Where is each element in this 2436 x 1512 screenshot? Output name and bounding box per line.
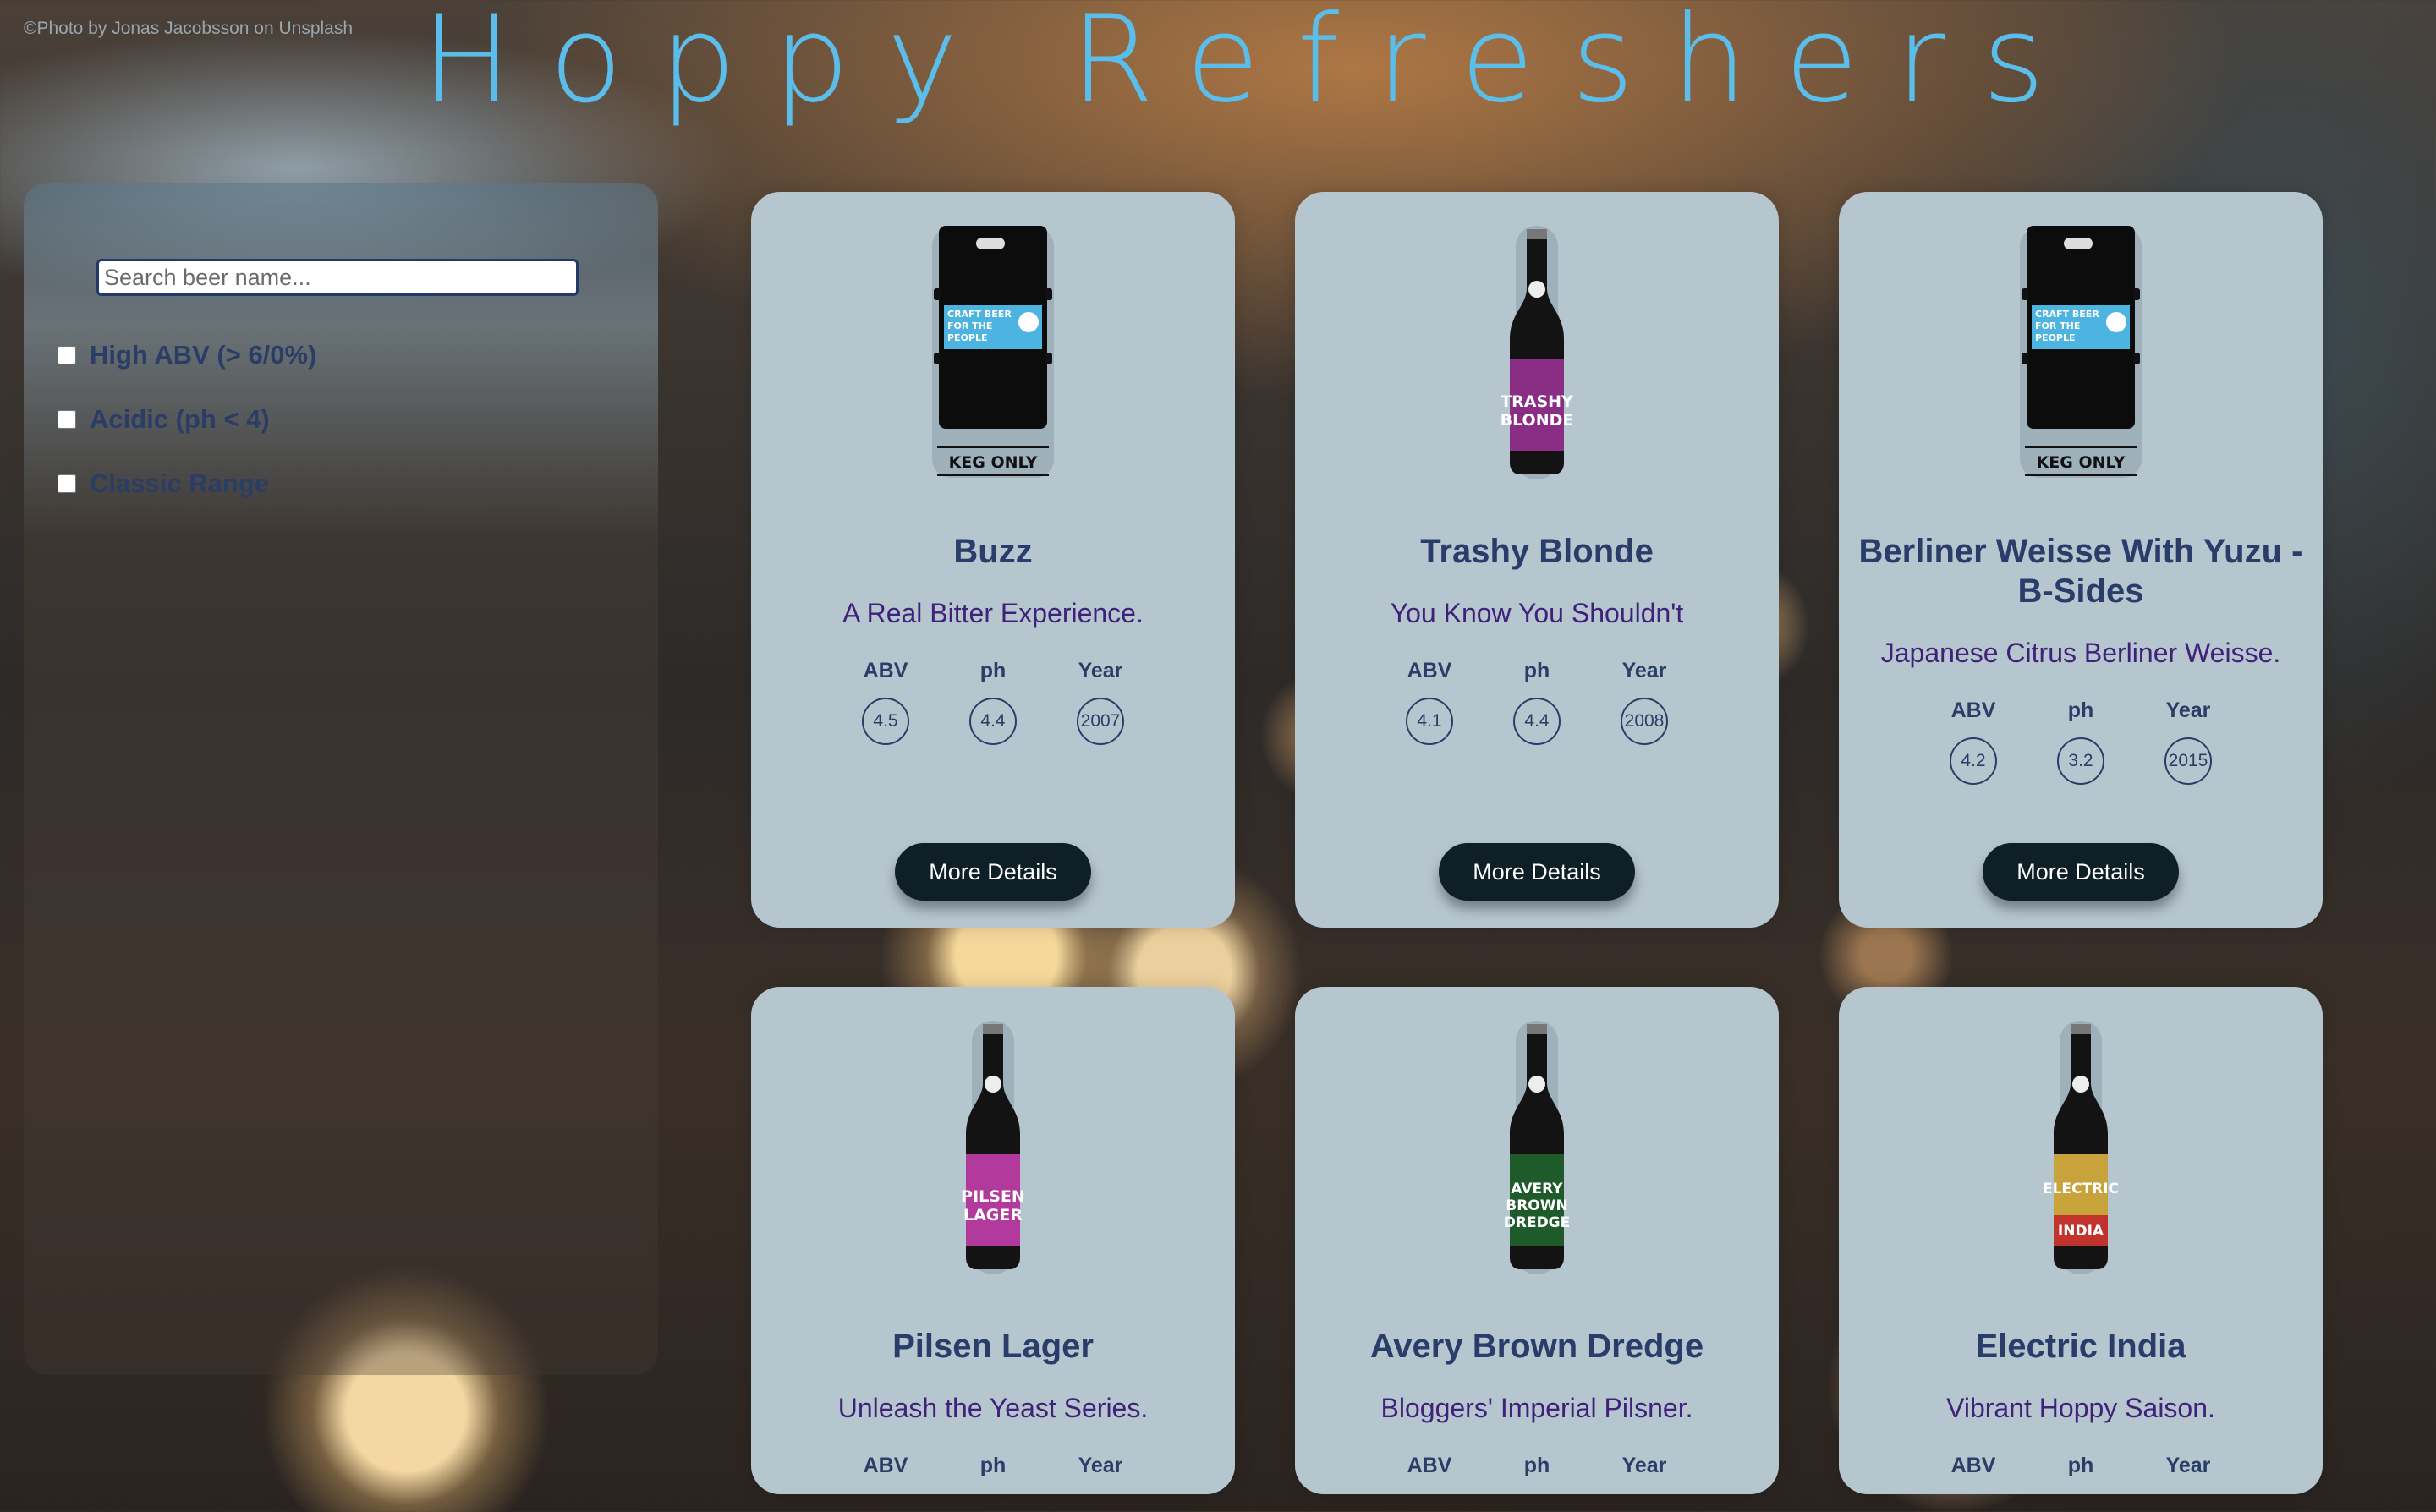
svg-text:TRASHY: TRASHY: [1501, 392, 1573, 411]
filter-sidebar: High ABV (> 6/0%) Acidic (ph < 4) Classi…: [24, 183, 658, 1375]
high-abv-checkbox[interactable]: [58, 346, 76, 364]
svg-text:BLONDE: BLONDE: [1501, 411, 1574, 430]
filter-classic-range[interactable]: Classic Range: [58, 468, 269, 499]
ph-label: ph: [1523, 1454, 1550, 1477]
beer-name: Buzz: [953, 533, 1033, 570]
svg-text:BROWN: BROWN: [1506, 1197, 1567, 1214]
beer-stats: ABV 4.1 ph 4.4 Year 2008: [1295, 659, 1779, 745]
app-title: Hoppy Refreshers: [421, 0, 2082, 129]
beer-card: ELECTRIC INDIA Electric India Vibrant Ho…: [1839, 987, 2323, 1494]
svg-text:FOR THE: FOR THE: [2035, 320, 2080, 331]
ph-label: ph: [1523, 659, 1550, 682]
ph-label: ph: [2067, 1454, 2094, 1477]
beer-image: ELECTRIC INDIA: [1839, 1021, 2323, 1274]
more-details-button[interactable]: More Details: [895, 843, 1091, 901]
svg-text:KEG ONLY: KEG ONLY: [949, 453, 1038, 472]
year-value: 2008: [1621, 698, 1668, 745]
ph-value: 4.4: [1513, 698, 1561, 745]
beer-name: Avery Brown Dredge: [1369, 1328, 1704, 1365]
beer-image: CRAFT BEER FOR THE PEOPLE KEG ONLY: [1839, 226, 2323, 479]
abv-label: ABV: [863, 1454, 908, 1477]
svg-text:INDIA: INDIA: [2058, 1223, 2104, 1240]
filter-label: High ABV (> 6/0%): [90, 340, 317, 370]
beer-tagline: Japanese Citrus Berliner Weisse.: [1880, 638, 2281, 668]
beer-image: TRASHY BLONDE: [1295, 226, 1779, 479]
beer-name: Trashy Blonde: [1420, 533, 1654, 570]
beer-stats: ABV ph Year: [751, 1454, 1235, 1493]
keg-icon: CRAFT BEER FOR THE PEOPLE KEG ONLY: [2020, 226, 2142, 478]
ph-label: ph: [2067, 698, 2094, 722]
year-value: 2015: [2164, 737, 2212, 785]
svg-text:PEOPLE: PEOPLE: [2035, 332, 2076, 343]
beer-tagline: A Real Bitter Experience.: [842, 598, 1144, 628]
svg-text:PILSEN: PILSEN: [961, 1187, 1025, 1206]
abv-value: 4.1: [1406, 698, 1453, 745]
bottle-icon: PILSEN LAGER: [961, 1021, 1025, 1274]
beer-card: TRASHY BLONDE Trashy Blonde You Know You…: [1295, 192, 1779, 928]
abv-label: ABV: [1950, 698, 1996, 722]
beer-card: PILSEN LAGER Pilsen Lager Unleash the Ye…: [751, 987, 1235, 1494]
svg-text:LAGER: LAGER: [963, 1206, 1023, 1224]
filter-high-abv[interactable]: High ABV (> 6/0%): [58, 340, 316, 370]
abv-value: 4.5: [862, 698, 909, 745]
beer-name: Pilsen Lager: [892, 1328, 1094, 1365]
abv-label: ABV: [1407, 659, 1452, 682]
beer-image: PILSEN LAGER: [751, 1021, 1235, 1274]
abv-label: ABV: [1950, 1454, 1996, 1477]
beer-card: CRAFT BEER FOR THE PEOPLE KEG ONLY Buzz …: [751, 192, 1235, 928]
filter-label: Acidic (ph < 4): [90, 404, 270, 434]
beer-tagline: Vibrant Hoppy Saison.: [1946, 1393, 2215, 1423]
ph-label: ph: [979, 659, 1007, 682]
beer-tagline: Bloggers' Imperial Pilsner.: [1380, 1393, 1693, 1423]
svg-text:FOR THE: FOR THE: [947, 320, 992, 331]
beer-tagline: Unleash the Yeast Series.: [837, 1393, 1149, 1423]
ph-value: 4.4: [969, 698, 1017, 745]
beer-name: Electric India: [1975, 1328, 2186, 1365]
filter-acidic[interactable]: Acidic (ph < 4): [58, 404, 270, 435]
svg-text:CRAFT BEER: CRAFT BEER: [2035, 309, 2099, 320]
bottle-icon: TRASHY BLONDE: [1501, 226, 1574, 479]
year-value: 2007: [1077, 698, 1124, 745]
acidic-checkbox[interactable]: [58, 410, 76, 429]
year-label: Year: [1078, 659, 1123, 682]
svg-text:PEOPLE: PEOPLE: [947, 332, 988, 343]
more-details-button[interactable]: More Details: [1439, 843, 1635, 901]
bottle-icon: AVERY BROWN DREDGE: [1504, 1021, 1571, 1274]
ph-label: ph: [979, 1454, 1007, 1477]
abv-label: ABV: [863, 659, 908, 682]
filter-label: Classic Range: [90, 468, 269, 498]
abv-label: ABV: [1407, 1454, 1452, 1477]
svg-text:CRAFT BEER: CRAFT BEER: [947, 309, 1012, 320]
beer-image: CRAFT BEER FOR THE PEOPLE KEG ONLY: [751, 226, 1235, 479]
beer-stats: ABV ph Year: [1295, 1454, 1779, 1493]
svg-text:ELECTRIC: ELECTRIC: [2043, 1181, 2119, 1197]
year-label: Year: [2165, 1454, 2211, 1477]
ph-value: 3.2: [2057, 737, 2104, 785]
year-label: Year: [2165, 698, 2211, 722]
beer-stats: ABV ph Year: [1839, 1454, 2323, 1493]
year-label: Year: [1621, 1454, 1667, 1477]
bottle-icon: ELECTRIC INDIA: [2043, 1021, 2119, 1274]
abv-value: 4.2: [1950, 737, 1997, 785]
more-details-button[interactable]: More Details: [1983, 843, 2179, 901]
beer-tagline: You Know You Shouldn't: [1390, 598, 1684, 628]
beer-card: AVERY BROWN DREDGE Avery Brown Dredge Bl…: [1295, 987, 1779, 1494]
svg-text:DREDGE: DREDGE: [1504, 1214, 1571, 1231]
year-label: Year: [1078, 1454, 1123, 1477]
classic-range-checkbox[interactable]: [58, 474, 76, 493]
beer-image: AVERY BROWN DREDGE: [1295, 1021, 1779, 1274]
svg-text:KEG ONLY: KEG ONLY: [2037, 453, 2126, 472]
beer-stats: ABV 4.2 ph 3.2 Year 2015: [1839, 698, 2323, 785]
beer-name: Berliner Weisse With Yuzu - B-Sides: [1858, 533, 2303, 610]
search-input[interactable]: [96, 259, 579, 296]
year-label: Year: [1621, 659, 1667, 682]
beer-card: CRAFT BEER FOR THE PEOPLE KEG ONLY Berli…: [1839, 192, 2323, 928]
svg-text:AVERY: AVERY: [1511, 1181, 1563, 1197]
beer-stats: ABV 4.5 ph 4.4 Year 2007: [751, 659, 1235, 745]
keg-icon: CRAFT BEER FOR THE PEOPLE KEG ONLY: [932, 226, 1054, 478]
